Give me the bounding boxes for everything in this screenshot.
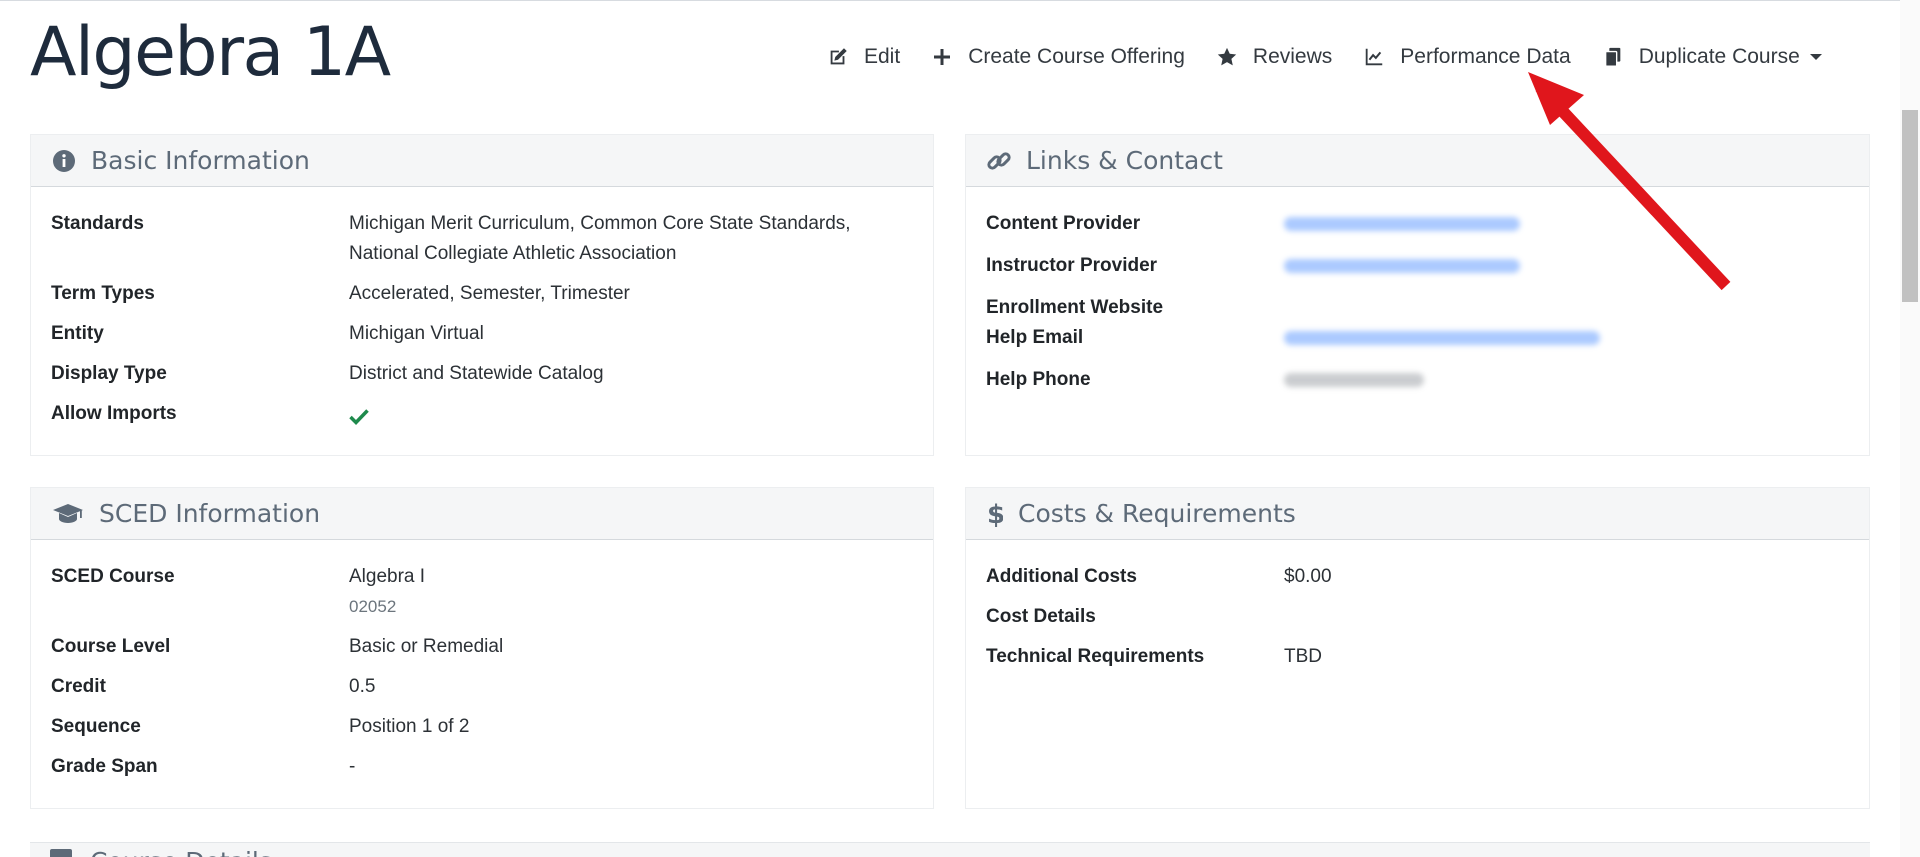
allow-imports-row: Allow Imports (51, 399, 913, 435)
reviews-label: Reviews (1252, 45, 1333, 68)
sced-course-code: 02052 (349, 597, 397, 616)
star-icon (1215, 45, 1239, 69)
edit-button[interactable]: Edit (826, 45, 900, 69)
technical-requirements-value: TBD (1284, 646, 1322, 667)
standards-label: Standards (51, 213, 144, 234)
help-phone-label: Help Phone (986, 369, 1091, 390)
content-provider-link[interactable] (1284, 217, 1520, 231)
chart-line-icon (1362, 45, 1386, 69)
scrollbar-thumb[interactable] (1902, 110, 1918, 302)
credit-value: 0.5 (349, 676, 376, 697)
course-level-row: Course Level Basic or Remedial (51, 632, 913, 662)
basic-information-title: Basic Information (91, 146, 310, 175)
create-course-offering-button[interactable]: Create Course Offering (930, 45, 1185, 69)
check-icon (349, 405, 369, 435)
sced-course-value: Algebra I (349, 566, 426, 587)
cost-details-value (1284, 602, 1849, 632)
scrollbar[interactable] (1900, 0, 1920, 857)
help-phone-row: Help Phone (986, 365, 1849, 397)
additional-costs-value: $0.00 (1284, 566, 1332, 587)
entity-value: Michigan Virtual (349, 323, 484, 344)
enrollment-website-label: Enrollment Website (986, 297, 1164, 318)
help-phone-value (1284, 373, 1424, 387)
svg-text:$: $ (987, 501, 1003, 527)
basic-information-header: Basic Information (31, 135, 933, 187)
sequence-value: Position 1 of 2 (349, 716, 470, 737)
sced-information-title: SCED Information (99, 499, 321, 528)
costs-requirements-header: $ Costs & Requirements (966, 488, 1869, 540)
course-level-value: Basic or Remedial (349, 636, 504, 657)
term-types-value: Accelerated, Semester, Trimester (349, 283, 630, 304)
credit-row: Credit 0.5 (51, 672, 913, 702)
help-email-row: Help Email (986, 323, 1849, 355)
page-title: Algebra 1A (30, 13, 391, 92)
standards-row: Standards Michigan Merit Curriculum, Com… (51, 209, 913, 269)
course-details-title: Course Details (90, 847, 272, 857)
red-arrow-annotation (1528, 72, 1731, 291)
link-icon (986, 148, 1012, 174)
info-circle-icon (51, 148, 77, 174)
course-details-card: Course Details (30, 842, 1870, 857)
create-course-offering-label: Create Course Offering (968, 45, 1185, 68)
edit-icon (826, 45, 850, 69)
links-contact-title: Links & Contact (1026, 146, 1223, 175)
reviews-button[interactable]: Reviews (1215, 45, 1332, 69)
instructor-provider-link[interactable] (1284, 259, 1520, 273)
top-border (0, 0, 1920, 1)
cost-details-row: Cost Details (986, 602, 1849, 632)
display-type-value: District and Statewide Catalog (349, 363, 604, 384)
sequence-label: Sequence (51, 716, 141, 737)
graduation-cap-icon (51, 501, 85, 527)
standards-value: Michigan Merit Curriculum, Common Core S… (349, 213, 851, 264)
credit-label: Credit (51, 676, 106, 697)
display-type-row: Display Type District and Statewide Cata… (51, 359, 913, 389)
sced-course-row: SCED Course Algebra I 02052 (51, 562, 913, 622)
sced-information-header: SCED Information (31, 488, 933, 540)
dollar-icon: $ (986, 501, 1004, 527)
basic-information-card: Basic Information Standards Michigan Mer… (30, 134, 934, 456)
course-level-label: Course Level (51, 636, 171, 657)
entity-label: Entity (51, 323, 104, 344)
term-types-row: Term Types Accelerated, Semester, Trimes… (51, 279, 913, 309)
content-provider-label: Content Provider (986, 213, 1141, 234)
grade-span-label: Grade Span (51, 756, 158, 777)
allow-imports-label: Allow Imports (51, 403, 177, 424)
sequence-row: Sequence Position 1 of 2 (51, 712, 913, 742)
additional-costs-row: Additional Costs $0.00 (986, 562, 1849, 592)
chevron-down-icon (1809, 54, 1822, 60)
help-email-link[interactable] (1284, 331, 1600, 345)
technical-requirements-row: Technical Requirements TBD (986, 642, 1849, 672)
enrollment-website-row: Enrollment Website (986, 293, 1849, 323)
sced-information-card: SCED Information SCED Course Algebra I 0… (30, 487, 934, 809)
edit-label: Edit (864, 45, 901, 68)
technical-requirements-label: Technical Requirements (986, 646, 1205, 667)
additional-costs-label: Additional Costs (986, 566, 1137, 587)
sced-course-label: SCED Course (51, 566, 175, 587)
entity-row: Entity Michigan Virtual (51, 319, 913, 349)
costs-requirements-card: $ Costs & Requirements Additional Costs … (965, 487, 1870, 809)
help-email-label: Help Email (986, 327, 1084, 348)
book-icon (50, 849, 72, 857)
term-types-label: Term Types (51, 283, 155, 304)
plus-icon (930, 45, 954, 69)
costs-requirements-title: Costs & Requirements (1018, 499, 1296, 528)
grade-span-value: - (349, 756, 356, 777)
cost-details-label: Cost Details (986, 606, 1096, 627)
instructor-provider-label: Instructor Provider (986, 255, 1158, 276)
display-type-label: Display Type (51, 363, 167, 384)
grade-span-row: Grade Span - (51, 752, 913, 782)
